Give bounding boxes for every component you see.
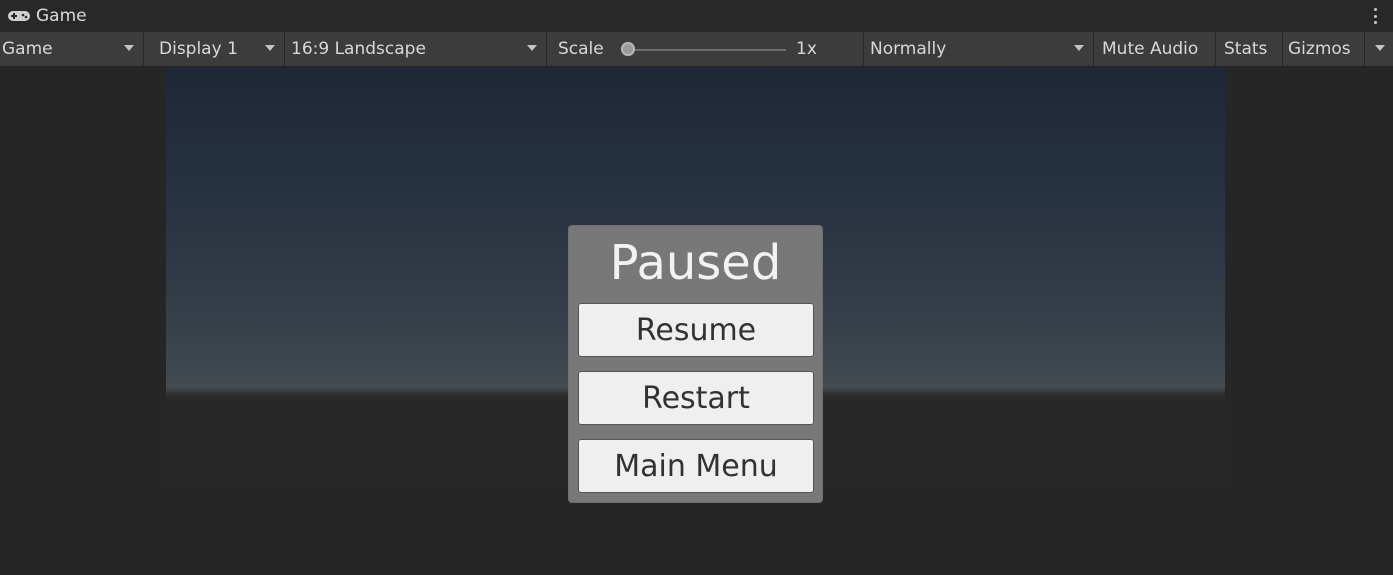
pause-menu-panel: Paused Resume Restart Main Menu — [568, 225, 823, 503]
resume-button[interactable]: Resume — [578, 303, 814, 357]
aspect-dropdown-label: 16:9 Landscape — [291, 39, 426, 59]
mode-dropdown[interactable]: Game — [0, 32, 144, 66]
aspect-dropdown[interactable]: 16:9 Landscape — [285, 32, 547, 66]
scale-slider-track[interactable] — [628, 49, 786, 51]
stats-label: Stats — [1224, 39, 1268, 59]
play-mode-label: Normally — [870, 39, 947, 59]
main-menu-button[interactable]: Main Menu — [578, 439, 814, 493]
chevron-down-icon — [1074, 45, 1084, 51]
play-mode-dropdown[interactable]: Normally — [864, 32, 1094, 66]
chevron-down-icon — [527, 45, 537, 51]
scale-value: 1x — [796, 39, 817, 59]
more-options-icon[interactable] — [1373, 8, 1377, 24]
game-tab[interactable]: Game — [0, 0, 107, 32]
mode-dropdown-label: Game — [2, 39, 53, 59]
mute-audio-button[interactable]: Mute Audio — [1094, 32, 1216, 66]
chevron-down-icon — [1375, 45, 1385, 51]
display-dropdown[interactable]: Display 1 — [144, 32, 285, 66]
game-tab-label: Game — [36, 6, 87, 26]
gamepad-icon — [7, 9, 31, 23]
scale-label: Scale — [558, 39, 604, 59]
gizmos-button[interactable]: Gizmos — [1283, 32, 1365, 66]
window-title-bar: Game — [0, 0, 1393, 33]
mute-audio-label: Mute Audio — [1102, 39, 1199, 59]
gizmos-dropdown[interactable] — [1365, 32, 1393, 66]
stats-button[interactable]: Stats — [1216, 32, 1283, 66]
scale-slider-thumb[interactable] — [621, 42, 635, 56]
display-dropdown-label: Display 1 — [159, 39, 238, 59]
restart-button[interactable]: Restart — [578, 371, 814, 425]
gizmos-label: Gizmos — [1288, 39, 1351, 59]
chevron-down-icon — [265, 45, 275, 51]
pause-title: Paused — [609, 235, 782, 291]
chevron-down-icon — [124, 45, 134, 51]
